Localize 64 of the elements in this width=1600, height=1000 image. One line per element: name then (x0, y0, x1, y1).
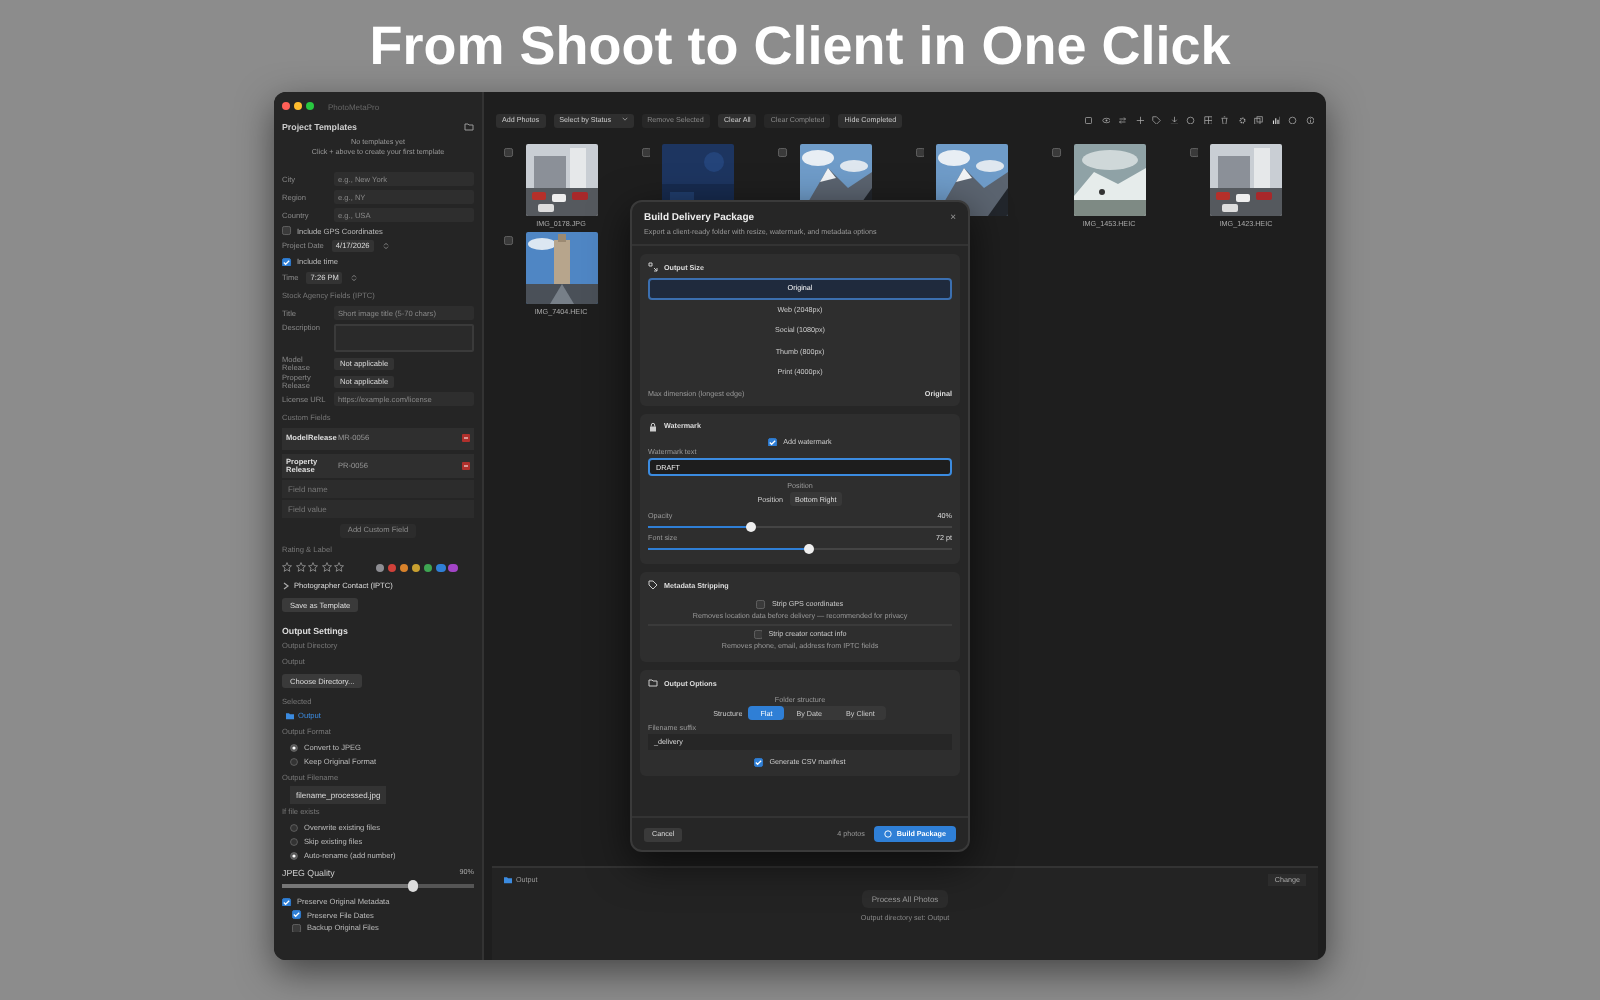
empty-star-icon[interactable] (321, 562, 332, 573)
checkbox[interactable] (768, 437, 778, 446)
color-label-dot[interactable] (375, 563, 385, 573)
empty-star-icon[interactable] (295, 562, 306, 573)
delete-icon[interactable] (462, 434, 470, 443)
checkbox[interactable] (756, 600, 766, 610)
radio-button[interactable] (290, 837, 298, 846)
empty-star-icon[interactable] (282, 562, 292, 573)
photo-checkbox[interactable] (915, 148, 924, 157)
info-icon[interactable] (1305, 115, 1314, 125)
tag-icon (648, 580, 658, 591)
folder-icon[interactable] (464, 121, 474, 131)
photo-checkbox[interactable] (504, 148, 513, 157)
tag-icon[interactable] (1152, 115, 1161, 125)
resize-icon (648, 262, 658, 272)
checkbox[interactable] (292, 923, 301, 933)
delete-icon[interactable] (462, 461, 470, 470)
download-icon[interactable] (1169, 115, 1178, 125)
color-label-dot[interactable] (399, 563, 409, 573)
slider-thumb[interactable] (804, 544, 815, 555)
headline: From Shoot to Client in One Click (369, 15, 1231, 77)
stepper-icon[interactable] (381, 242, 390, 251)
folder-icon (286, 712, 294, 721)
photo-checkbox[interactable] (641, 148, 650, 157)
radio-button[interactable] (290, 743, 298, 752)
circle-icon[interactable] (1186, 115, 1195, 125)
grid-icon[interactable] (1203, 115, 1212, 125)
checkbox[interactable] (754, 758, 764, 767)
color-label-dot[interactable] (423, 563, 433, 573)
gear-icon[interactable] (1237, 115, 1246, 125)
photo-checkbox[interactable] (778, 148, 787, 157)
circle-icon[interactable] (1288, 115, 1297, 125)
radio-button[interactable] (290, 757, 298, 766)
folder-icon (648, 678, 658, 688)
stepper-icon[interactable] (350, 273, 359, 282)
lock-icon (648, 421, 658, 431)
photo-checkbox[interactable] (1189, 148, 1198, 157)
checkbox[interactable] (282, 257, 291, 267)
photo-checkbox[interactable] (504, 236, 513, 245)
square-icon[interactable] (1084, 115, 1093, 125)
bars-icon[interactable] (1271, 115, 1280, 125)
checkbox[interactable] (753, 630, 763, 640)
color-label-dot[interactable] (436, 563, 446, 573)
copy-icon[interactable] (1254, 115, 1263, 125)
chevron-icon[interactable] (282, 581, 290, 590)
eye-icon[interactable] (1101, 115, 1110, 125)
arrows-icon[interactable] (1118, 115, 1127, 125)
color-label-dot[interactable] (448, 563, 458, 573)
checkbox[interactable] (282, 226, 291, 236)
empty-star-icon[interactable] (334, 562, 345, 573)
empty-star-icon[interactable] (308, 562, 319, 573)
color-label-dot[interactable] (387, 563, 397, 573)
radio-button[interactable] (290, 823, 298, 832)
circle-icon (884, 830, 893, 838)
plus-icon[interactable] (1135, 115, 1144, 125)
slider-thumb[interactable] (746, 522, 757, 532)
radio-button[interactable] (290, 851, 298, 860)
trash-icon[interactable] (1220, 115, 1229, 125)
checkbox[interactable] (282, 897, 291, 907)
slider-thumb[interactable] (407, 880, 419, 892)
folder-icon (504, 876, 512, 884)
checkbox[interactable] (292, 910, 301, 920)
photo-checkbox[interactable] (1052, 148, 1061, 157)
color-label-dot[interactable] (411, 563, 421, 573)
